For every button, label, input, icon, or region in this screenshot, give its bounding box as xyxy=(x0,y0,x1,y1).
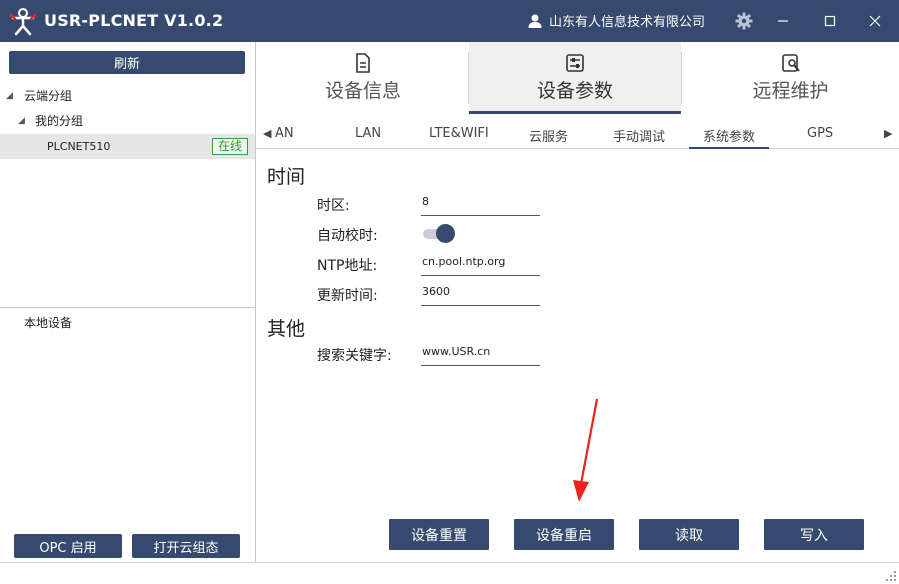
auto-sync-label: 自动校时: xyxy=(317,228,378,244)
expand-icon[interactable]: ◢ xyxy=(6,84,13,109)
settings-button[interactable] xyxy=(732,9,756,33)
tree-node-label: 我的分组 xyxy=(35,114,84,128)
refresh-button[interactable]: 刷新 xyxy=(9,51,245,74)
main-panel: 设备信息 设备参数 远程维护 ◀ AN LAN LTE&WIFI 云服务 手动调… xyxy=(257,42,899,562)
search-keyword-field[interactable]: www.USR.cn xyxy=(421,344,540,366)
tab-device-info[interactable]: 设备信息 xyxy=(257,42,469,114)
gear-icon xyxy=(735,12,753,30)
maximize-button[interactable] xyxy=(818,9,842,33)
ntp-address-field[interactable]: cn.pool.ntp.org xyxy=(421,254,540,276)
section-other: 其他 xyxy=(267,318,306,340)
main-tab-bar: 设备信息 设备参数 远程维护 xyxy=(257,42,899,114)
user-account[interactable]: 山东有人信息技术有限公司 xyxy=(527,11,705,30)
timezone-field[interactable]: 8 xyxy=(421,194,540,216)
minimize-button[interactable] xyxy=(771,9,795,33)
tab-cloud-service[interactable]: 云服务 xyxy=(529,126,568,145)
document-icon xyxy=(356,53,370,73)
update-interval-field[interactable]: 3600 xyxy=(421,284,540,306)
close-button[interactable] xyxy=(863,9,887,33)
maximize-icon xyxy=(824,15,836,27)
expand-icon[interactable]: ◢ xyxy=(18,109,25,134)
opc-enable-button[interactable]: OPC 启用 xyxy=(14,534,122,558)
company-name: 山东有人信息技术有限公司 xyxy=(549,15,706,30)
resize-grip-icon[interactable] xyxy=(885,570,897,582)
auto-sync-toggle[interactable] xyxy=(423,224,455,243)
status-bar xyxy=(0,562,899,584)
tree-node-my-group[interactable]: ◢ 我的分组 xyxy=(0,109,255,134)
scroll-left-icon[interactable]: ◀ xyxy=(263,127,271,140)
device-reset-button[interactable]: 设备重置 xyxy=(389,519,489,550)
tab-system-params[interactable]: 系统参数 xyxy=(688,126,770,149)
device-panel: 刷新 ◢ 云端分组 ◢ 我的分组 PLCNET510 在线 本地设备 OPC 启… xyxy=(0,42,256,562)
tree-node-device[interactable]: PLCNET510 在线 xyxy=(0,134,255,159)
status-badge: 在线 xyxy=(211,138,248,155)
active-tab-indicator xyxy=(469,111,681,114)
tab-manual-debug[interactable]: 手动调试 xyxy=(613,126,665,145)
tab-label: 远程维护 xyxy=(752,80,829,102)
tree-node-cloud-group[interactable]: ◢ 云端分组 xyxy=(0,84,255,109)
sliders-icon xyxy=(566,54,584,72)
app-window: USR-PLCNET V1.0.2 山东有人信息技术有限公司 刷新 ◢ 云端分组… xyxy=(0,0,899,584)
tree-node-label: 云端分组 xyxy=(24,89,73,103)
scroll-right-icon[interactable]: ▶ xyxy=(884,127,892,140)
app-title: USR-PLCNET V1.0.2 xyxy=(44,11,224,30)
tab-lan[interactable]: LAN xyxy=(355,126,381,141)
user-icon xyxy=(528,14,542,28)
title-bar: USR-PLCNET V1.0.2 山东有人信息技术有限公司 xyxy=(0,0,899,42)
tab-an[interactable]: AN xyxy=(275,126,294,141)
tab-lte-wifi[interactable]: LTE&WIFI xyxy=(429,126,489,141)
wrench-icon xyxy=(781,54,800,72)
annotation-arrow-icon xyxy=(573,398,599,502)
tab-label: 设备参数 xyxy=(536,80,613,102)
device-name: PLCNET510 xyxy=(47,140,111,153)
device-tree: ◢ 云端分组 ◢ 我的分组 PLCNET510 在线 xyxy=(0,84,255,159)
logo-icon xyxy=(9,8,37,36)
tab-device-params[interactable]: 设备参数 xyxy=(469,42,681,114)
timezone-label: 时区: xyxy=(317,198,350,214)
sub-tab-bar: ◀ AN LAN LTE&WIFI 云服务 手动调试 系统参数 GPS ▶ xyxy=(257,120,899,149)
device-reboot-button[interactable]: 设备重启 xyxy=(514,519,614,550)
open-cloud-config-button[interactable]: 打开云组态 xyxy=(132,534,240,558)
tab-gps[interactable]: GPS xyxy=(807,126,833,141)
toggle-knob xyxy=(436,224,455,243)
close-icon xyxy=(869,15,881,27)
local-devices-label: 本地设备 xyxy=(24,316,73,330)
write-button[interactable]: 写入 xyxy=(764,519,864,550)
panel-divider xyxy=(0,307,255,308)
minimize-icon xyxy=(778,20,788,22)
search-keyword-label: 搜索关键字: xyxy=(317,348,392,364)
ntp-label: NTP地址: xyxy=(317,258,378,274)
tab-label: 设备信息 xyxy=(324,80,401,102)
tab-remote-maintenance[interactable]: 远程维护 xyxy=(682,42,899,114)
section-time: 时间 xyxy=(267,166,306,188)
update-interval-label: 更新时间: xyxy=(317,288,378,304)
read-button[interactable]: 读取 xyxy=(639,519,739,550)
